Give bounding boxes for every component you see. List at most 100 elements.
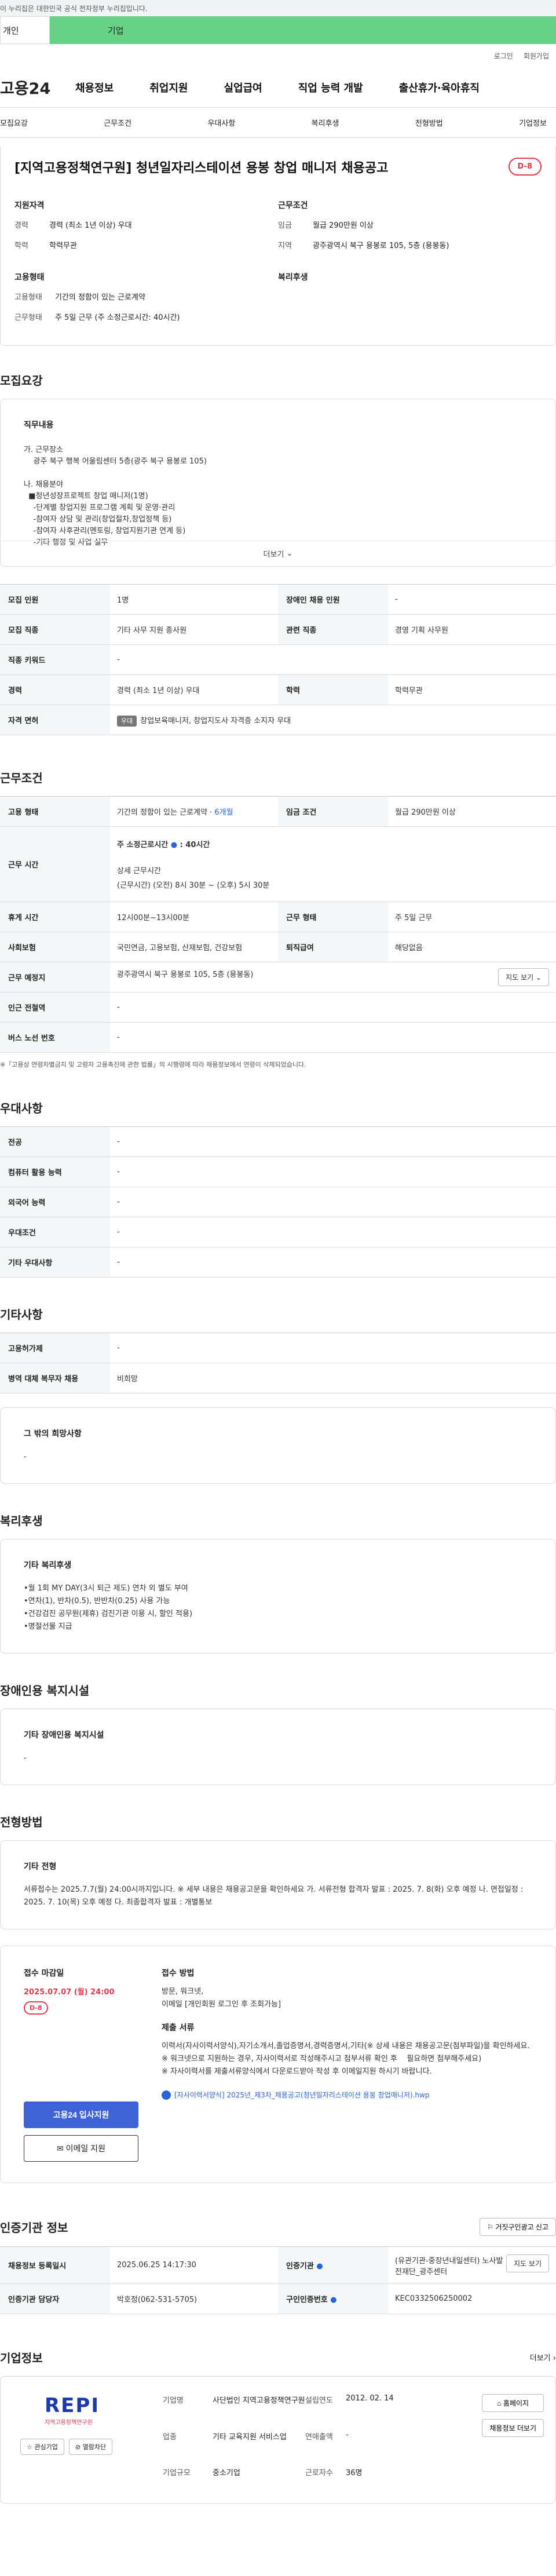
agency-map-button[interactable]: 지도 보기 [506, 2254, 549, 2272]
section-nav: 모집요강 근무조건 우대사항 복리후생 전형방법 기업정보 [0, 108, 556, 138]
recruit-section-title: 모집요강 [0, 374, 43, 388]
pref-badge: 우대 [117, 716, 137, 727]
main-nav: 고용24 채용정보 취업지원 실업급여 직업 능력 개발 출산휴가·육아휴직 [0, 67, 556, 108]
facility-heading: 기타 장애인용 복지시설 [24, 1731, 104, 1740]
age-note: ※「고용상 연령차별금지 및 고령자 고용촉진에 관한 법률」의 시행령에 따라… [0, 1061, 306, 1068]
insurance-label: 사회보험 [0, 932, 110, 962]
keyword-value: - [110, 644, 556, 675]
type-heading: 고용형태 [14, 273, 45, 282]
docs-value: 이력서(자사이력서양식),자기소개서,졸업증명서,경력증명서,기타(※ 상세 내… [162, 2042, 530, 2076]
cond-heading: 근무조건 [278, 201, 308, 210]
selection-heading: 기타 전형 [24, 1862, 57, 1871]
retirement-label: 퇴직급여 [278, 932, 388, 962]
pref-etc-value: - [110, 1247, 556, 1278]
retirement-value: 해당없음 [388, 932, 556, 962]
report-button[interactable]: ⚐ 거짓구인광고 신고 [480, 2218, 556, 2236]
bus-value: - [110, 1022, 556, 1053]
job-summary-card: [지역고용정책연구원] 청년일자리스테이션 용봉 창업 매니저 채용공고 D-8… [0, 146, 556, 346]
selection-body: 서류접수는 2025.7.7(월) 24:00시까지입니다. ※ 세부 내용은 … [24, 1885, 526, 1907]
cert-value: KEC0332506250002 [388, 2283, 556, 2314]
home-icon: ⌂ [497, 2399, 502, 2407]
job-desc-card: 직무내용 가. 근무장소 광주 북구 행복 어울림센터 5층(광주 북구 용봉로… [0, 399, 556, 567]
sales: - [346, 2430, 349, 2439]
company-size: 중소기업 [213, 2469, 240, 2478]
welfare-body: •월 1회 MY DAY(3시 퇴근 제도) 연차 외 별도 부여 •연차(1)… [24, 1584, 193, 1631]
block-button[interactable]: ⊘ 열람차단 [68, 2439, 113, 2455]
edu-t-label: 학력 [278, 674, 388, 705]
rest-label: 휴게 시간 [0, 902, 110, 932]
company-jobs-button[interactable]: 채용정보 더보기 [482, 2419, 544, 2437]
time-label: 근무 시간 [0, 826, 110, 902]
facility-card: 기타 장애인용 복지시설 - [0, 1709, 556, 1785]
shift-value: 주 5일 근무 [388, 902, 556, 932]
more-button[interactable]: 더보기 ⌄ [1, 541, 555, 566]
insurance-value: 국민연금, 고용보험, 산재보험, 건강보험 [110, 932, 278, 962]
nav-training[interactable]: 직업 능력 개발 [298, 80, 363, 95]
shift-label: 근무 형태 [278, 902, 388, 932]
place-cell: 광주광역시 북구 용봉로 105, 5층 (용봉동) 지도 보기 ⌄ [110, 962, 556, 993]
site-logo[interactable]: 고용24 [0, 76, 75, 98]
company-logo-sub: 지역고용정책연구원 [45, 2420, 93, 2426]
welfare-heading: 복리후생 [278, 273, 308, 282]
nav-unemployment[interactable]: 실업급여 [224, 80, 262, 95]
email-apply-button[interactable]: ✉ 이메일 지원 [24, 2135, 138, 2162]
map-button[interactable]: 지도 보기 ⌄ [498, 968, 549, 986]
reg-label: 채용정보 등록일시 [0, 2246, 110, 2284]
related-value: 경영 기획 사무원 [388, 614, 556, 645]
subnav-welfare[interactable]: 복리후생 [312, 117, 339, 128]
mgr-label: 인증기관 담당자 [0, 2283, 110, 2314]
area-label: 지역 [278, 242, 292, 250]
emp-label: 고용형태 [14, 293, 42, 302]
subnav-selection[interactable]: 전형방법 [415, 117, 443, 128]
info-icon[interactable]: ● [316, 2262, 323, 2271]
job-desc-heading: 직무내용 [24, 421, 54, 430]
info-icon[interactable]: ● [330, 2296, 336, 2304]
subnav-recruit[interactable]: 모집요강 [0, 117, 28, 128]
subnav-company[interactable]: 기업정보 [519, 117, 547, 128]
report-icon: ⚐ [487, 2223, 493, 2231]
welfare-section-title: 복리후생 [0, 1514, 43, 1528]
signup-link[interactable]: 회원가입 [524, 51, 549, 61]
nav-support[interactable]: 취업지원 [149, 80, 188, 95]
login-link[interactable]: 로그인 [494, 51, 513, 61]
edu-label: 학력 [14, 242, 28, 250]
nav-jobs[interactable]: 채용정보 [75, 80, 114, 95]
org-cell: (유관기관-중장년내일센터) 노사발전재단_광주센터 지도 보기 [388, 2246, 556, 2284]
people-label: 모집 인원 [0, 584, 110, 615]
fav-button[interactable]: ☆ 관심기업 [20, 2439, 64, 2455]
pref-table: 전공 - 컴퓨터 활용 능력 - 외국어 능력 - 우대조건 - 기타 우대사항 - [0, 1126, 556, 1278]
docs-heading: 제출 서류 [162, 2023, 195, 2033]
time-detail-heading: 상세 근무시간 [117, 867, 161, 875]
tab-individual[interactable]: 개인 [0, 16, 50, 44]
welfare-detail-heading: 기타 복리후생 [24, 1561, 72, 1570]
edu-t-value: 학력무관 [388, 674, 556, 705]
pref-section-title: 우대사항 [0, 1101, 43, 1115]
facility-section-title: 장애인용 복지시설 [0, 1684, 90, 1698]
homepage-button[interactable]: ⌂ 홈페이지 [482, 2394, 544, 2412]
lang-value: - [110, 1187, 556, 1217]
tab-company[interactable]: 기업 [50, 16, 556, 44]
method-value: 방문, 워크넷, 이메일 [개인회원 로그인 후 조회가능] [162, 1987, 281, 2009]
major-label: 전공 [0, 1126, 110, 1157]
apply-button[interactable]: 고용24 입사지원 [24, 2101, 138, 2128]
mgr-value: 박호정(062-531-5705) [110, 2283, 278, 2314]
related-label: 관련 직종 [278, 614, 388, 645]
info-icon[interactable]: ● [171, 841, 177, 849]
subnav-pref[interactable]: 우대사항 [207, 117, 235, 128]
chevron-down-icon: ⌄ [286, 549, 293, 558]
resume-file-link[interactable]: [자사이력서양식] 2025년_제3차_채용공고(청년일자리스테이션 용봉 창업… [162, 2090, 532, 2100]
subnav-work[interactable]: 근무조건 [104, 117, 131, 128]
disabled-value: - [388, 584, 556, 615]
site-tabs: 개인 기업 [0, 16, 556, 44]
emp-type-cell: 기간의 정함이 있는 근로계약 · 6개월 [110, 796, 278, 827]
license-value: 창업보육매니저, 창업지도사 자격증 소지자 우대 [140, 717, 291, 725]
permit-value: - [110, 1333, 556, 1363]
other-table: 고용허가제 - 병역 대체 복무자 채용 비희망 [0, 1333, 556, 1393]
nav-leave[interactable]: 출산휴가·육아휴직 [399, 80, 480, 95]
company-more-link[interactable]: 더보기 › [530, 2352, 556, 2363]
welfare-card: 기타 복리후생 •월 1회 MY DAY(3시 퇴근 제도) 연차 외 별도 부… [0, 1539, 556, 1654]
permit-label: 고용허가제 [0, 1333, 110, 1363]
gov-banner: 이 누리집은 대한민국 공식 전자정부 누리집입니다. [0, 0, 556, 16]
qual-heading: 지원자격 [14, 201, 45, 210]
contract-months: 6개월 [214, 808, 233, 817]
